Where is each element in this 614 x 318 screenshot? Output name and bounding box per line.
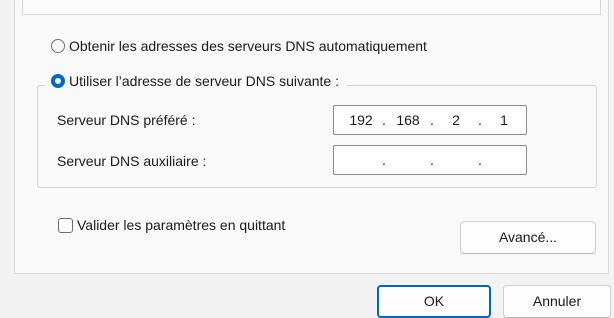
validate-settings-checkbox[interactable]: Valider les paramètres en quittant — [58, 217, 285, 233]
octet-separator: . — [430, 112, 434, 128]
octet-separator: . — [430, 152, 434, 168]
preferred-octet-4[interactable]: 1 — [486, 112, 522, 128]
octet-separator: . — [382, 112, 386, 128]
alternate-dns-label: Serveur DNS auxiliaire : — [57, 153, 207, 169]
preferred-octet-2[interactable]: 168 — [390, 112, 426, 128]
checkbox-icon[interactable] — [58, 217, 73, 233]
preferred-dns-label: Serveur DNS préféré : — [57, 112, 196, 128]
radio-manual-dns[interactable]: Utiliser l’adresse de serveur DNS suivan… — [45, 66, 347, 96]
upper-group-border — [22, 0, 601, 15]
preferred-dns-field[interactable]: 192 . 168 . 2 . 1 — [333, 105, 527, 135]
cancel-button[interactable]: Annuler — [503, 285, 611, 318]
radio-auto-dns[interactable]: Obtenir les adresses des serveurs DNS au… — [51, 38, 427, 54]
alternate-dns-field[interactable]: . . . — [333, 145, 527, 175]
advanced-button[interactable]: Avancé... — [460, 221, 596, 254]
validate-settings-label: Valider les paramètres en quittant — [77, 217, 286, 233]
preferred-octet-1[interactable]: 192 — [344, 112, 378, 128]
octet-separator: . — [478, 112, 482, 128]
radio-manual-dns-icon[interactable] — [51, 74, 65, 88]
ok-button[interactable]: OK — [377, 285, 491, 318]
octet-separator: . — [478, 152, 482, 168]
radio-manual-dns-label: Utiliser l’adresse de serveur DNS suivan… — [69, 73, 339, 89]
preferred-octet-3[interactable]: 2 — [438, 112, 474, 128]
radio-auto-dns-label: Obtenir les adresses des serveurs DNS au… — [69, 38, 427, 54]
octet-separator: . — [382, 152, 386, 168]
radio-auto-dns-icon[interactable] — [51, 39, 65, 53]
